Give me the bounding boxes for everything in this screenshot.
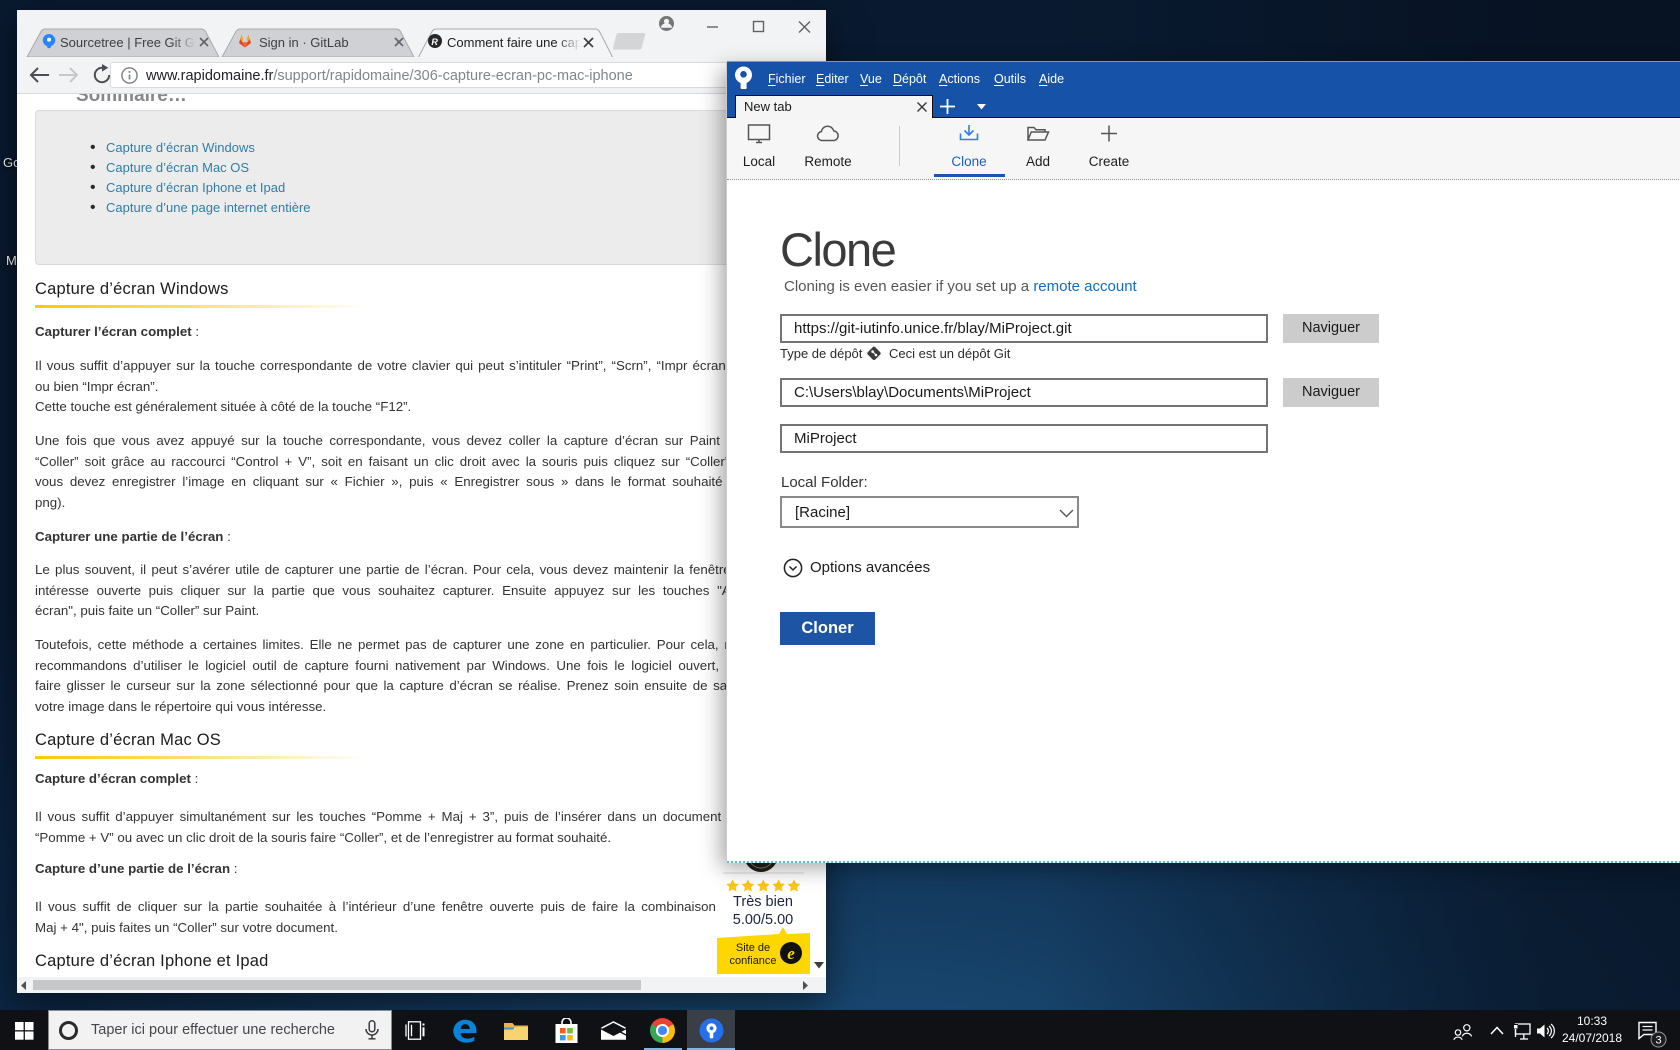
svg-text:Très bien: Très bien bbox=[733, 894, 793, 910]
svg-text:e: e bbox=[787, 944, 795, 963]
svg-text:Sign in · GitLab: Sign in · GitLab bbox=[259, 35, 349, 50]
svg-text:3: 3 bbox=[1655, 1035, 1661, 1047]
svg-text:5.00/5.00: 5.00/5.00 bbox=[733, 912, 793, 928]
svg-text:R: R bbox=[431, 37, 438, 47]
svg-text:confiance: confiance bbox=[729, 955, 776, 967]
svg-text:Site de: Site de bbox=[736, 942, 770, 954]
